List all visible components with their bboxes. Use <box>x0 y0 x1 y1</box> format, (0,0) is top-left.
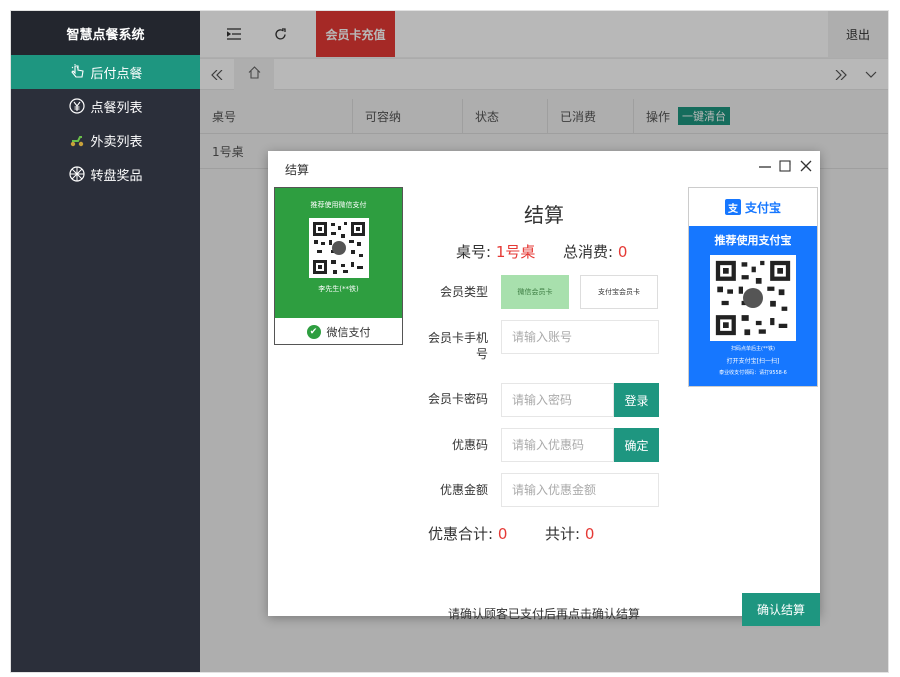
discount-total-value: 0 <box>497 525 508 543</box>
dialog-header: 结算 <box>268 151 820 187</box>
dialog-window-title: 结算 <box>285 162 310 177</box>
total-value: 0 <box>617 243 628 261</box>
sidebar-item-label: 点餐列表 <box>90 100 143 116</box>
wechat-logo-icon: ✔ <box>306 324 321 339</box>
sidebar-item-order-list[interactable]: 点餐列表 <box>11 89 200 123</box>
payment-confirm-note: 请确认顾客已支付后再点击确认结算 <box>447 607 640 621</box>
member-password-input[interactable] <box>501 383 614 417</box>
total-summary: 总消费: 0 <box>563 241 627 262</box>
minimize-icon[interactable] <box>759 159 771 177</box>
discount-amount-label: 优惠金额 <box>439 483 488 497</box>
scooter-icon <box>68 131 86 149</box>
settlement-dialog: 结算 推荐使用微信支付 李先生(**铁) ✔ 微信支付 支 支付宝 推荐使用支付… <box>268 151 820 626</box>
hand-pointer-icon <box>68 63 86 81</box>
sidebar-item-postpay-order[interactable]: 后付点餐 <box>11 55 200 89</box>
coupon-code-input[interactable] <box>501 428 614 462</box>
coupon-label: 优惠码 <box>451 438 488 452</box>
alipay-payee: 扫码点单后主(**铁) <box>731 346 775 352</box>
member-phone-input[interactable] <box>501 320 659 354</box>
sidebar: 智慧点餐系统 后付点餐 点餐列表 外卖列表 转盘奖品 <box>11 11 200 672</box>
sidebar-item-label: 转盘奖品 <box>90 168 143 184</box>
wheel-icon <box>68 165 86 183</box>
grand-total-label: 共计: <box>545 525 581 543</box>
maximize-icon[interactable] <box>779 159 792 177</box>
app-window: 智慧点餐系统 后付点餐 点餐列表 外卖列表 转盘奖品 会员卡充值 退出 桌号 可… <box>10 10 889 673</box>
wechat-footer: 微信支付 <box>326 325 371 339</box>
dialog-title: 结算 <box>524 203 564 227</box>
wechat-member-card-option[interactable]: 微信会员卡 <box>501 275 569 309</box>
table-label: 桌号: <box>456 243 492 261</box>
discount-total: 优惠合计: 0 <box>428 523 507 544</box>
confirm-settlement-button[interactable]: 确认结算 <box>742 593 820 626</box>
alipay-headline: 推荐使用支付宝 <box>714 234 792 247</box>
sidebar-item-label: 外卖列表 <box>90 134 143 150</box>
member-type-label: 会员类型 <box>439 285 488 299</box>
sidebar-item-label: 后付点餐 <box>90 66 143 82</box>
wechat-payee: 李先生(**铁) <box>318 285 359 293</box>
yen-icon <box>68 97 86 115</box>
sidebar-item-wheel-prizes[interactable]: 转盘奖品 <box>11 157 200 191</box>
alipay-notice: 泰业收支付领码：请打9558-6 <box>719 370 787 376</box>
discount-total-label: 优惠合计: <box>428 525 494 543</box>
alipay-qr-code <box>710 255 796 341</box>
grand-total: 共计: 0 <box>545 523 594 544</box>
close-icon[interactable] <box>800 159 812 177</box>
password-label: 会员卡密码 <box>427 392 488 406</box>
login-button[interactable]: 登录 <box>614 383 659 417</box>
phone-label: 会员卡手机号 <box>427 331 488 361</box>
coupon-confirm-button[interactable]: 确定 <box>614 428 659 462</box>
alipay-member-card-option[interactable]: 支付宝会员卡 <box>580 275 658 309</box>
table-summary: 桌号: 1号桌 <box>456 241 535 262</box>
table-value: 1号桌 <box>495 243 536 261</box>
discount-amount-input[interactable] <box>501 473 659 507</box>
alipay-scan-tip: 打开支付宝[扫一扫] <box>726 358 780 365</box>
grand-total-value: 0 <box>584 525 595 543</box>
total-label: 总消费: <box>563 243 614 261</box>
sidebar-item-takeout-list[interactable]: 外卖列表 <box>11 123 200 157</box>
app-title: 智慧点餐系统 <box>11 11 200 55</box>
